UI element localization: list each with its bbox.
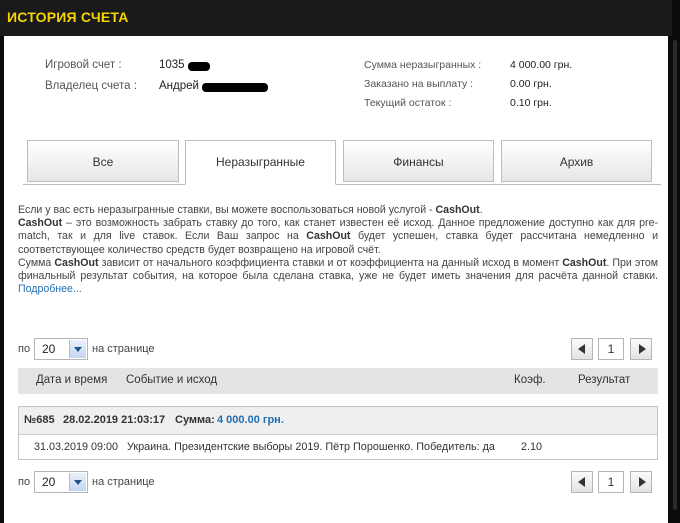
info-text: . bbox=[479, 204, 483, 216]
next-page-button[interactable] bbox=[630, 471, 652, 493]
unplayed-value: 4 000.00 грн. bbox=[510, 59, 573, 71]
redaction-mark bbox=[188, 62, 210, 71]
row-coef: 2.10 bbox=[521, 441, 543, 453]
page-number: 1 bbox=[598, 471, 624, 493]
per-page-prefix: по bbox=[18, 343, 31, 355]
info-cashout-term: CashOut bbox=[306, 230, 351, 243]
account-label: Игровой счет : bbox=[45, 59, 122, 71]
balance-label: Текущий остаток : bbox=[364, 97, 452, 109]
per-page-value: 20 bbox=[42, 475, 56, 489]
info-cashout-term: CashOut bbox=[435, 204, 480, 216]
row-datetime: 31.03.2019 09:00 bbox=[34, 441, 119, 453]
col-event: Событие и исход bbox=[126, 374, 218, 386]
tab-archive[interactable]: Архив bbox=[501, 140, 652, 182]
bet-group-header: №685 28.02.2019 21:03:17 Сумма: 4 000.00… bbox=[19, 407, 657, 435]
page-title: ИСТОРИЯ СЧЕТА bbox=[7, 9, 129, 25]
info-cashout-term: CashOut bbox=[18, 217, 63, 230]
page-number: 1 bbox=[598, 338, 624, 360]
info-text: зависит от начального коэффициента ставк… bbox=[98, 256, 563, 269]
tab-bar: Все Неразыгранные Финансы Архив bbox=[23, 140, 661, 185]
info-text: Сумма bbox=[18, 256, 55, 269]
per-page-select[interactable]: 20 bbox=[34, 471, 88, 493]
scrollbar-thumb[interactable] bbox=[673, 40, 677, 510]
cashout-info: Если у вас есть неразыгранные ставки, вы… bbox=[18, 204, 658, 296]
chevron-down-icon[interactable] bbox=[69, 340, 86, 358]
table-header: Дата и время Событие и исход Коэф. Резул… bbox=[18, 368, 658, 394]
payout-value: 0.00 грн. bbox=[510, 78, 552, 90]
row-event: Украина. Президентские выборы 2019. Пётр… bbox=[127, 441, 495, 453]
bet-datetime: 28.02.2019 21:03:17 bbox=[63, 414, 166, 426]
bet-sum-label: Сумма: bbox=[175, 414, 215, 426]
bet-number: №685 bbox=[24, 414, 55, 426]
owner-value: Андрей bbox=[159, 80, 199, 92]
chevron-down-icon[interactable] bbox=[69, 473, 86, 491]
prev-page-button[interactable] bbox=[571, 338, 593, 360]
pager-bottom: по 20 на странице 1 bbox=[18, 471, 658, 495]
prev-page-button[interactable] bbox=[571, 471, 593, 493]
tab-all[interactable]: Все bbox=[27, 140, 179, 182]
bet-sum-value: 4 000.00 грн. bbox=[217, 414, 284, 426]
bet-group: №685 28.02.2019 21:03:17 Сумма: 4 000.00… bbox=[18, 406, 658, 460]
more-link[interactable]: Подробнее... bbox=[18, 283, 82, 295]
tab-unplayed[interactable]: Неразыгранные bbox=[185, 140, 336, 185]
col-coef: Коэф. bbox=[514, 374, 546, 386]
info-text: Если у вас есть неразыгранные ставки, вы… bbox=[18, 204, 436, 216]
account-value: 1035 bbox=[159, 59, 185, 71]
next-page-button[interactable] bbox=[630, 338, 652, 360]
balance-value: 0.10 грн. bbox=[510, 97, 552, 109]
per-page-suffix: на странице bbox=[92, 476, 155, 488]
owner-label: Владелец счета : bbox=[45, 80, 137, 92]
info-cashout-term: CashOut bbox=[54, 256, 99, 269]
account-history-panel: Игровой счет : 1035 Владелец счета : Анд… bbox=[4, 36, 668, 523]
per-page-prefix: по bbox=[18, 476, 31, 488]
pager-top: по 20 на странице 1 bbox=[18, 338, 658, 362]
col-datetime: Дата и время bbox=[36, 374, 108, 386]
info-cashout-term: CashOut bbox=[562, 256, 607, 269]
per-page-select[interactable]: 20 bbox=[34, 338, 88, 360]
col-result: Результат bbox=[578, 374, 631, 386]
payout-label: Заказано на выплату : bbox=[364, 78, 474, 90]
per-page-suffix: на странице bbox=[92, 343, 155, 355]
tab-finance[interactable]: Финансы bbox=[343, 140, 494, 182]
title-bar: ИСТОРИЯ СЧЕТА bbox=[0, 0, 672, 36]
per-page-value: 20 bbox=[42, 342, 56, 356]
redaction-mark bbox=[202, 83, 268, 92]
window: ИСТОРИЯ СЧЕТА Игровой счет : 1035 Владел… bbox=[0, 0, 680, 523]
unplayed-label: Сумма неразыгранных : bbox=[364, 59, 482, 71]
